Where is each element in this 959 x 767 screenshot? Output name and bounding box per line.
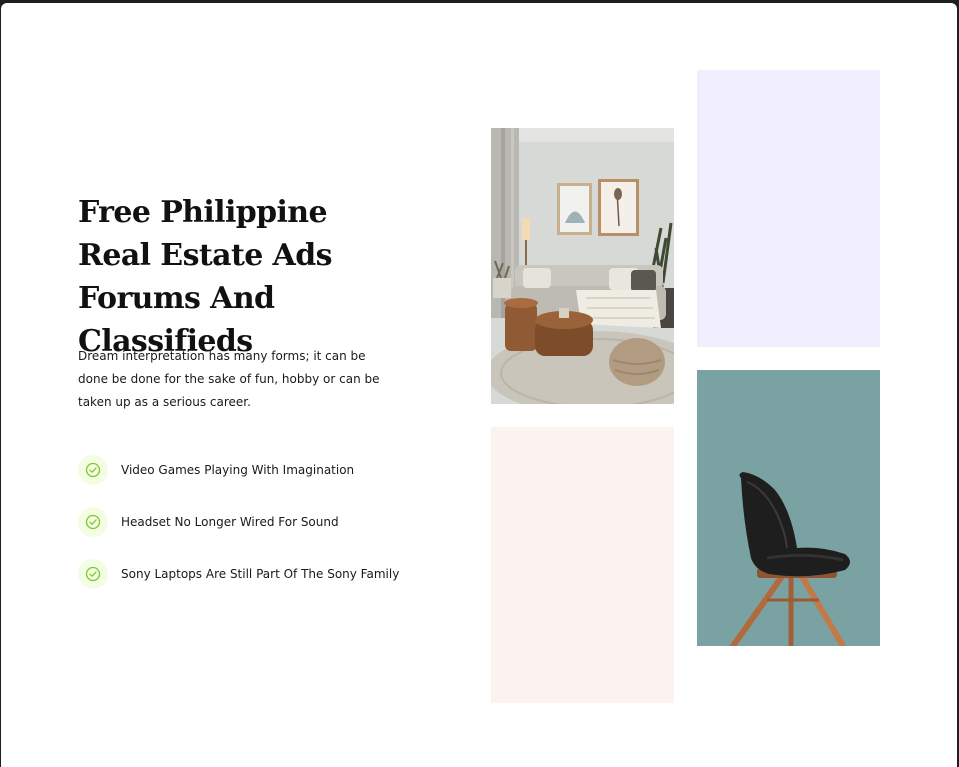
check-circle-icon — [78, 507, 108, 537]
pink-placeholder — [491, 427, 674, 703]
page-frame: Free Philippine Real Estate Ads Forums A… — [1, 3, 957, 767]
check-circle-icon — [78, 559, 108, 589]
feature-label: Video Games Playing With Imagination — [121, 463, 355, 477]
living-room-photo — [491, 128, 674, 404]
feature-item: Video Games Playing With Imagination — [78, 454, 399, 486]
feature-item: Headset No Longer Wired For Sound — [78, 506, 399, 538]
hero-description: Dream interpretation has many forms; it … — [78, 349, 380, 409]
lavender-placeholder — [697, 70, 880, 347]
check-circle-icon — [78, 455, 108, 485]
hero-heading: Free Philippine Real Estate Ads Forums A… — [78, 195, 332, 359]
feature-label: Sony Laptops Are Still Part Of The Sony … — [121, 567, 400, 581]
feature-label: Headset No Longer Wired For Sound — [121, 515, 339, 529]
feature-item: Sony Laptops Are Still Part Of The Sony … — [78, 558, 399, 590]
chair-photo — [697, 370, 880, 646]
feature-list: Video Games Playing With Imagination Hea… — [78, 454, 399, 610]
